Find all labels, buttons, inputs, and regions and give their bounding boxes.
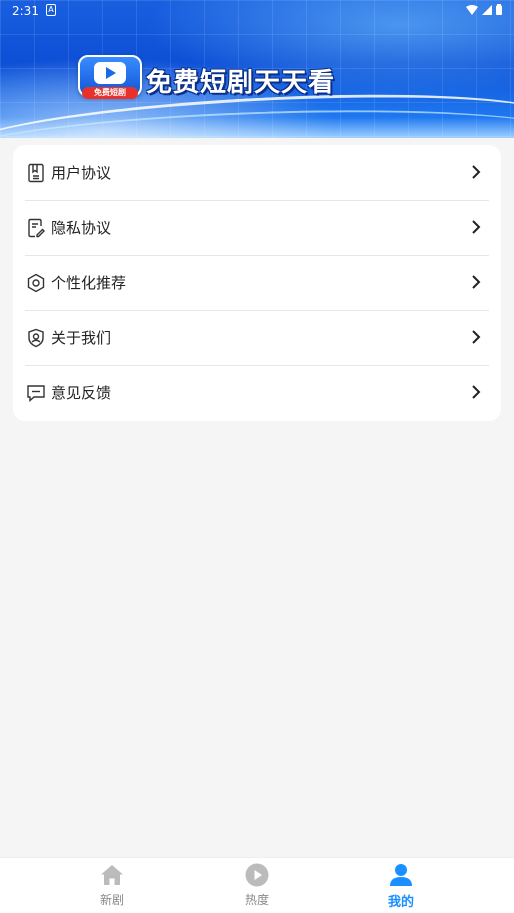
menu-item-label: 隐私协议 [51,219,112,237]
menu-item-feedback[interactable]: 意见反馈 [25,365,489,420]
divider [25,365,489,366]
tab-label: 我的 [387,895,414,910]
tab-new-dramas[interactable]: 新剧 [72,862,152,910]
tab-label: 热度 [244,893,269,907]
divider [25,255,489,256]
profile-screen: 免费短剧 免费短剧天天看 2:31 A 用户协议 隐私协议 个性化推荐 关于我们… [0,0,514,913]
app-logo: 免费短剧 [78,55,142,99]
bottom-tab-bar: 新剧 热度 我的 [0,857,514,913]
signal-icon [482,4,492,15]
logo-badge: 免费短剧 [82,87,138,99]
status-bar: 2:31 A [0,0,514,22]
menu-item-label: 意见反馈 [51,384,112,402]
status-time: 2:31 [12,4,39,18]
document-icon [25,162,47,184]
privacy-edit-icon [25,217,47,239]
shield-user-icon [25,327,47,349]
tab-mine[interactable]: 我的 [361,862,441,910]
menu-item-label: 关于我们 [51,329,112,347]
play-circle-icon [244,862,270,888]
divider [25,200,489,201]
divider [25,310,489,311]
message-icon [25,382,47,404]
settings-menu: 用户协议 隐私协议 个性化推荐 关于我们 意见反馈 [13,145,501,421]
home-icon [99,862,125,888]
battery-icon [496,4,502,15]
tab-trending[interactable]: 热度 [217,862,297,910]
menu-item-personalized-recommendation[interactable]: 个性化推荐 [25,255,489,310]
chevron-right-icon [472,330,481,344]
wifi-icon [466,4,478,15]
app-title: 免费短剧天天看 [146,68,336,98]
play-icon [94,62,126,84]
status-right-icons [466,4,502,15]
chevron-right-icon [472,275,481,289]
menu-item-user-agreement[interactable]: 用户协议 [25,145,489,200]
chevron-right-icon [472,385,481,399]
menu-item-about-us[interactable]: 关于我们 [25,310,489,365]
chevron-right-icon [472,165,481,179]
menu-item-label: 个性化推荐 [51,274,127,292]
user-icon [388,862,414,888]
gear-icon [25,272,47,294]
chevron-right-icon [472,220,481,234]
menu-item-privacy-policy[interactable]: 隐私协议 [25,200,489,255]
notification-icon: A [46,4,56,16]
tab-label: 新剧 [99,893,124,907]
menu-item-label: 用户协议 [51,164,112,182]
